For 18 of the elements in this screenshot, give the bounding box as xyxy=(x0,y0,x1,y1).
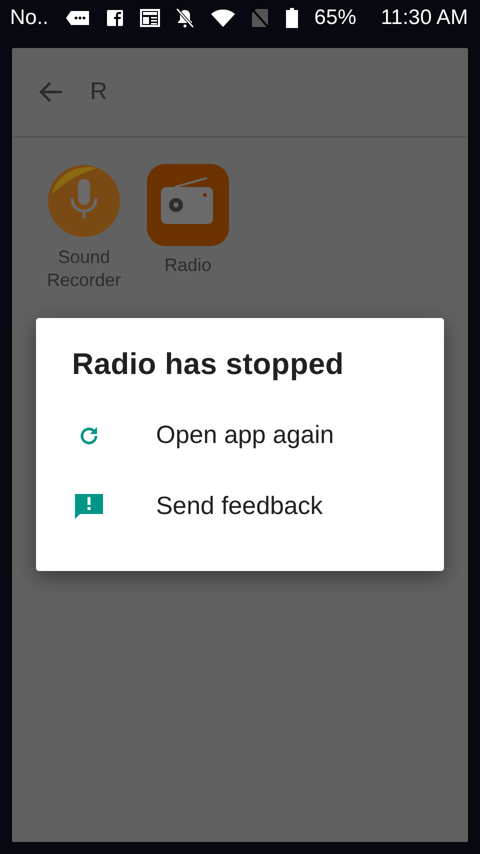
wifi-icon xyxy=(210,9,235,27)
dialog-action[interactable]: Send feedback xyxy=(36,471,444,542)
back-icon[interactable] xyxy=(38,81,64,103)
dialog-action[interactable]: Open app again xyxy=(36,400,444,471)
feedback-icon xyxy=(74,492,104,522)
no-sim-icon xyxy=(251,8,270,28)
battery-icon xyxy=(286,8,298,28)
notification-text: No.. xyxy=(10,6,49,30)
clock: 11:30 AM xyxy=(380,6,468,30)
bell-off-icon xyxy=(176,8,194,28)
news-icon xyxy=(140,9,160,27)
radio-icon xyxy=(147,164,229,246)
message-icon xyxy=(64,9,91,27)
dialog-title: Radio has stopped xyxy=(71,348,345,382)
battery-percentage: 65% xyxy=(314,6,356,30)
search-field[interactable]: R xyxy=(90,78,150,106)
microphone-icon xyxy=(47,164,121,238)
facebook-icon xyxy=(107,10,124,26)
